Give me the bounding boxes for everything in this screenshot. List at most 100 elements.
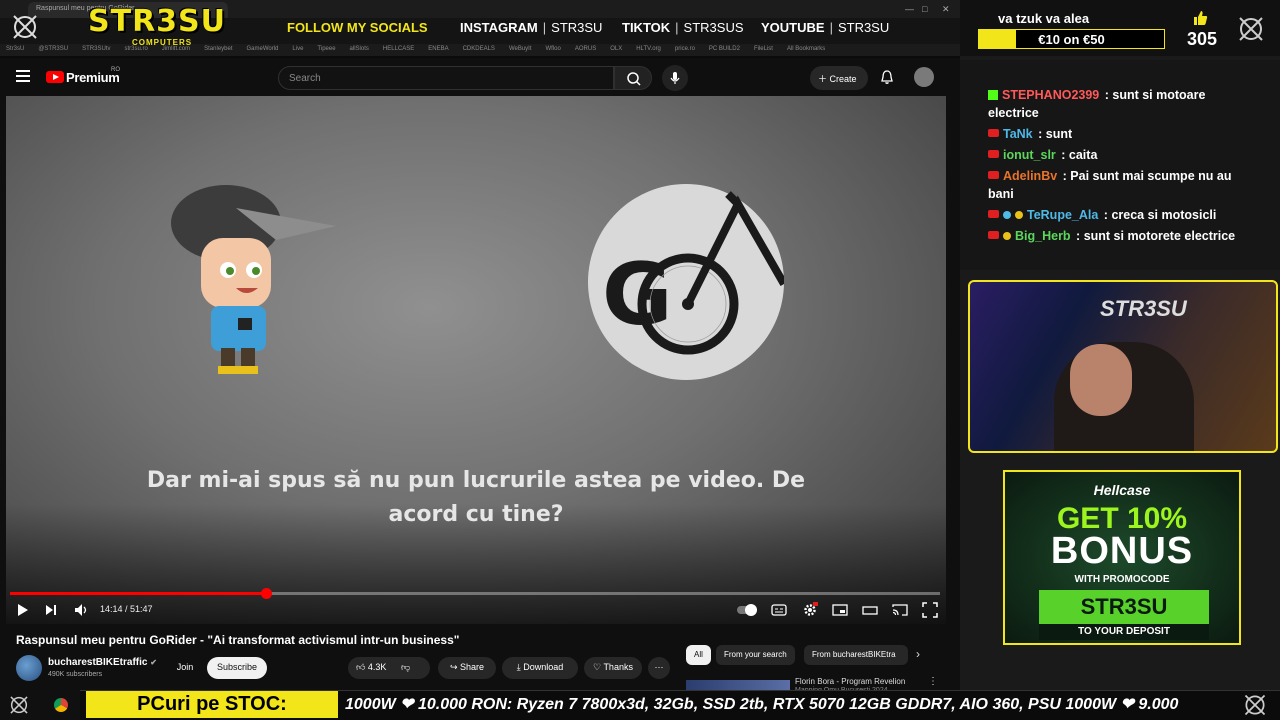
more-actions-button[interactable]: ··· — [648, 657, 670, 679]
follow-label: FOLLOW MY SOCIALS — [287, 20, 428, 35]
brand-title: STR3SU — [88, 4, 227, 39]
miniplayer-icon[interactable] — [832, 602, 848, 618]
region-code: RO — [111, 67, 120, 73]
theater-mode-icon[interactable] — [862, 602, 878, 618]
member-badge-icon — [1015, 211, 1023, 219]
youtube-badge-icon — [988, 231, 999, 239]
maximize-icon[interactable]: □ — [922, 4, 927, 14]
webcam-feed: STR3SU — [968, 280, 1278, 453]
chip-all[interactable]: All — [686, 645, 711, 665]
autoplay-toggle-icon[interactable] — [736, 602, 760, 618]
webcam-brand-sign: STR3SU — [1100, 296, 1187, 321]
like-dislike-group: 👍︎ 4.3K 👎︎ — [348, 657, 430, 679]
thanks-button[interactable]: ♡ Thanks — [584, 657, 642, 679]
subscriber-count: 490K subscribers — [48, 671, 103, 678]
close-icon[interactable]: ✕ — [942, 4, 950, 15]
voice-search-button[interactable] — [662, 65, 688, 91]
captions-icon[interactable] — [771, 602, 787, 618]
thumbs-down-icon: 👎︎ — [400, 662, 411, 672]
plus-icon: ＋ — [818, 74, 830, 84]
bookmark-item[interactable]: Tipeee — [317, 46, 335, 52]
video-subtitle: Dar mi-ai spus să nu pun lucrurile astea… — [146, 468, 806, 527]
bookmark-item[interactable]: PC BUILD2 — [709, 46, 740, 52]
more-icon: ··· — [654, 662, 664, 672]
fullscreen-icon[interactable] — [922, 602, 938, 618]
bookmark-item[interactable]: HELLCASE — [383, 46, 414, 52]
hamburger-menu-icon[interactable] — [16, 70, 30, 82]
chat-panel: STEPHANO2399 : sunt si motoare electrice… — [960, 60, 1280, 270]
play-icon[interactable] — [16, 602, 30, 618]
recommended-more-icon[interactable]: ⋮ — [928, 676, 938, 687]
account-avatar[interactable] — [914, 67, 934, 87]
channel-name[interactable]: bucharestBIKEtraffic ✔ — [48, 657, 157, 668]
taskbar — [0, 690, 80, 720]
bookmark-item[interactable]: CDKDEALS — [463, 46, 495, 52]
bookmark-item[interactable]: HLTV.org — [636, 46, 661, 52]
hellcase-ad-banner[interactable]: Hellcase GET 10% BONUS WITH PROMOCODE ST… — [1003, 470, 1241, 645]
chat-message: TeRupe_Ala : creca si motosicli — [988, 206, 1258, 224]
member-badge-icon — [1003, 232, 1011, 240]
bookmark-item[interactable]: price.ro — [675, 46, 695, 52]
cast-icon[interactable] — [892, 602, 908, 618]
share-icon: ↪ — [449, 662, 460, 672]
progress-scrubber[interactable] — [260, 588, 272, 599]
youtube-page: Premium RO Search ＋ Create G Dar mi-ai s… — [0, 58, 960, 694]
video-player[interactable]: G Dar mi-ai spus să nu pun lucrurile ast… — [6, 96, 946, 624]
bookmark-item[interactable]: WeBuyIt — [509, 46, 532, 52]
youtube-header: Premium RO Search ＋ Create — [0, 58, 960, 98]
goal-title: va tzuk va alea — [998, 11, 1090, 26]
gorider-logo: G — [588, 184, 788, 380]
thumbs-up-icon: 👍︎ — [356, 662, 368, 672]
dislike-button[interactable]: 👎︎ — [401, 662, 410, 672]
cartoon-cyclist-image — [171, 185, 336, 374]
crosshair-logo-icon — [1244, 694, 1266, 716]
channel-avatar[interactable] — [16, 655, 42, 681]
chip-from-search[interactable]: From your search — [716, 645, 795, 665]
search-button[interactable] — [614, 66, 652, 90]
minimize-icon[interactable]: — — [905, 4, 914, 14]
ad-brand: Hellcase — [1093, 482, 1151, 498]
settings-gear-icon[interactable] — [802, 602, 818, 618]
notifications-bell-icon[interactable] — [879, 69, 895, 85]
join-button[interactable]: Join — [170, 657, 200, 679]
wrench-badge-icon — [1003, 211, 1011, 219]
stream-overlay-right: va tzuk va alea €10 on €50 305 STEPHANO2… — [960, 0, 1280, 690]
chevron-right-icon[interactable]: › — [916, 647, 920, 661]
ticker-label: PCuri pe STOC: — [86, 691, 338, 718]
video-time: 14:14 / 51:47 — [100, 604, 153, 614]
create-button[interactable]: ＋ Create — [810, 66, 868, 90]
bookmark-item[interactable]: GameWorld — [247, 46, 279, 52]
streamer-head — [1070, 344, 1132, 416]
bookmark-item[interactable]: Live — [292, 46, 303, 52]
chrome-icon[interactable] — [54, 698, 68, 712]
bookmark-item[interactable]: OLX — [610, 46, 622, 52]
progress-fill — [10, 592, 266, 595]
search-input[interactable]: Search — [278, 66, 614, 90]
subscribe-button[interactable]: Subscribe — [207, 657, 267, 679]
bookmark-item[interactable]: All Bookmarks — [787, 46, 825, 52]
bookmark-item[interactable]: ENEBA — [428, 46, 448, 52]
heart-dollar-icon: ♡ — [593, 662, 604, 672]
goal-label: €10 on €50 — [1038, 32, 1105, 47]
social-youtube: YOUTUBE | STR3SU — [761, 20, 890, 35]
bookmark-item[interactable]: Str3sU — [6, 46, 24, 52]
share-button[interactable]: ↪ Share — [438, 657, 496, 679]
bookmark-item[interactable]: FileList — [754, 46, 773, 52]
bookmark-item[interactable]: Wfloo — [546, 46, 561, 52]
chip-from-channel[interactable]: From bucharestBIKEtra — [804, 645, 908, 665]
like-button[interactable]: 👍︎ 4.3K — [356, 662, 386, 672]
bookmark-item[interactable]: allSlots — [350, 46, 369, 52]
youtube-badge-icon — [988, 171, 999, 179]
bookmark-item[interactable]: @STR3SU — [38, 46, 68, 52]
next-video-icon[interactable] — [44, 602, 58, 618]
youtube-logo-icon[interactable] — [46, 71, 64, 83]
video-progress-bar[interactable] — [10, 588, 940, 599]
chat-message: Big_Herb : sunt si motorete electrice — [988, 227, 1258, 245]
brand-logo: STR3SU COMPUTERS — [88, 4, 244, 48]
bookmark-item[interactable]: AORUS — [575, 46, 596, 52]
stream-screen: Raspunsul meu pentru GoRider... — □ ✕ St… — [0, 0, 1280, 720]
recommended-title[interactable]: Florin Bora - Program Revelion — [795, 677, 905, 686]
download-button[interactable]: ⤓ Download — [502, 657, 578, 679]
volume-icon[interactable] — [73, 602, 89, 618]
brand-subtitle: COMPUTERS — [132, 38, 193, 47]
